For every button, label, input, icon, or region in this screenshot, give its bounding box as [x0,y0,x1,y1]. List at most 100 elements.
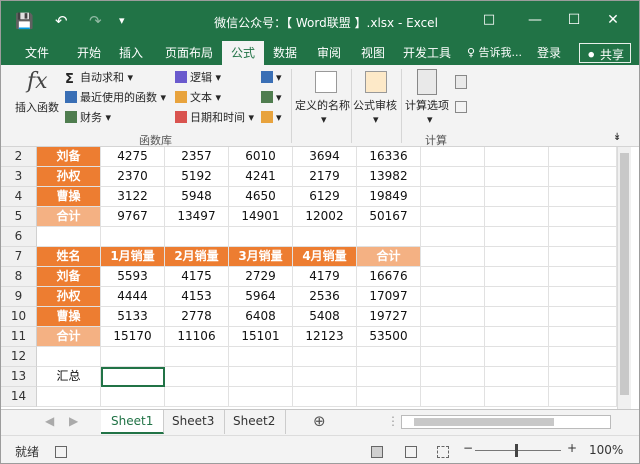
horizontal-scroll-thumb[interactable] [414,418,554,426]
table-cell[interactable] [549,187,617,207]
table-cell[interactable]: 14901 [229,207,293,227]
table-cell[interactable] [421,187,485,207]
table-cell[interactable] [549,167,617,187]
table-cell[interactable]: 2370 [101,167,165,187]
lookup-button[interactable]: ▾ [261,71,282,85]
table-cell[interactable] [421,287,485,307]
tab-review[interactable]: 审阅 [317,44,341,61]
row-header[interactable]: 7 [1,247,37,267]
table-cell[interactable]: 4650 [229,187,293,207]
table-cell[interactable] [421,367,485,387]
name-cell[interactable]: 曹操 [37,307,101,327]
table-cell[interactable] [485,327,549,347]
table-cell[interactable] [293,367,357,387]
table-cell[interactable] [101,347,165,367]
name-cell[interactable]: 汇总 [37,367,101,387]
row-header[interactable]: 2 [1,147,37,167]
table-cell[interactable] [229,387,293,407]
table-cell[interactable]: 9767 [101,207,165,227]
table-cell[interactable] [549,307,617,327]
table-cell[interactable] [421,147,485,167]
table-cell[interactable]: 2月销量 [165,247,229,267]
table-cell[interactable] [229,227,293,247]
minimize-icon[interactable]: — [525,11,545,29]
calc-options-dropdown-icon[interactable]: ▾ [427,113,433,127]
table-cell[interactable] [485,167,549,187]
sheet-tab-sheet3[interactable]: Sheet3 [162,410,226,434]
table-cell[interactable] [357,387,421,407]
calculate-sheet-icon[interactable] [455,101,467,113]
table-cell[interactable] [421,247,485,267]
sheet-tab-sheet1[interactable]: Sheet1 [101,410,165,434]
tell-me-search[interactable]: ♀ 告诉我... [467,44,522,60]
more-functions-button[interactable]: ▾ [261,111,282,125]
table-cell[interactable] [421,347,485,367]
datetime-button[interactable]: 日期和时间 ▾ [175,111,254,125]
table-cell[interactable]: 19849 [357,187,421,207]
table-cell[interactable] [485,267,549,287]
table-cell[interactable]: 6129 [293,187,357,207]
name-cell[interactable] [37,387,101,407]
table-cell[interactable]: 4275 [101,147,165,167]
table-cell[interactable] [357,227,421,247]
tab-view[interactable]: 视图 [361,44,385,61]
table-cell[interactable]: 2778 [165,307,229,327]
name-cell[interactable]: 孙权 [37,287,101,307]
table-cell[interactable]: 5593 [101,267,165,287]
row-header[interactable]: 13 [1,367,37,387]
row-header[interactable]: 9 [1,287,37,307]
table-cell[interactable]: 13982 [357,167,421,187]
table-cell[interactable]: 合计 [357,247,421,267]
insert-function-icon[interactable]: fx [27,69,48,94]
table-cell[interactable]: 16676 [357,267,421,287]
page-layout-view-icon[interactable] [405,446,417,458]
table-cell[interactable] [421,267,485,287]
table-cell[interactable] [485,227,549,247]
name-cell[interactable]: 孙权 [37,167,101,187]
table-cell[interactable] [485,367,549,387]
macro-record-icon[interactable] [55,446,67,458]
table-cell[interactable]: 15170 [101,327,165,347]
table-cell[interactable] [229,367,293,387]
formula-auditing-dropdown-icon[interactable]: ▾ [373,113,379,127]
table-cell[interactable] [549,347,617,367]
customize-qat-icon[interactable]: ▾ [119,13,125,29]
table-cell[interactable] [549,247,617,267]
table-cell[interactable] [485,287,549,307]
row-header[interactable]: 3 [1,167,37,187]
table-cell[interactable]: 1月销量 [101,247,165,267]
page-break-view-icon[interactable] [437,446,449,458]
table-cell[interactable]: 19727 [357,307,421,327]
table-cell[interactable]: 5964 [229,287,293,307]
table-cell[interactable]: 2179 [293,167,357,187]
name-cell[interactable] [37,347,101,367]
table-cell[interactable] [485,207,549,227]
table-cell[interactable] [485,307,549,327]
sheet-tab-sheet2[interactable]: Sheet2 [223,410,287,434]
next-sheet-icon[interactable]: ▶ [69,414,78,428]
row-header[interactable]: 8 [1,267,37,287]
table-cell[interactable]: 12123 [293,327,357,347]
table-cell[interactable]: 4179 [293,267,357,287]
table-cell[interactable] [485,347,549,367]
table-cell[interactable]: 6010 [229,147,293,167]
defined-names-button[interactable]: 定义的名称 [295,99,350,113]
table-cell[interactable]: 15101 [229,327,293,347]
zoom-level[interactable]: 100% [589,443,623,457]
pin-ribbon-icon[interactable]: ↡ [613,131,621,145]
table-cell[interactable]: 53500 [357,327,421,347]
tab-page-layout[interactable]: 页面布局 [165,44,213,61]
table-cell[interactable] [165,367,229,387]
table-cell[interactable] [421,327,485,347]
table-cell[interactable] [165,387,229,407]
zoom-out-icon[interactable]: − [463,441,473,455]
table-cell[interactable]: 50167 [357,207,421,227]
row-header[interactable]: 4 [1,187,37,207]
name-cell[interactable] [37,227,101,247]
table-cell[interactable]: 5948 [165,187,229,207]
tab-file[interactable]: 文件 [25,44,49,61]
table-cell[interactable] [165,227,229,247]
table-cell[interactable] [549,207,617,227]
ribbon-display-icon[interactable]: □ [479,11,499,29]
name-cell[interactable]: 合计 [37,207,101,227]
